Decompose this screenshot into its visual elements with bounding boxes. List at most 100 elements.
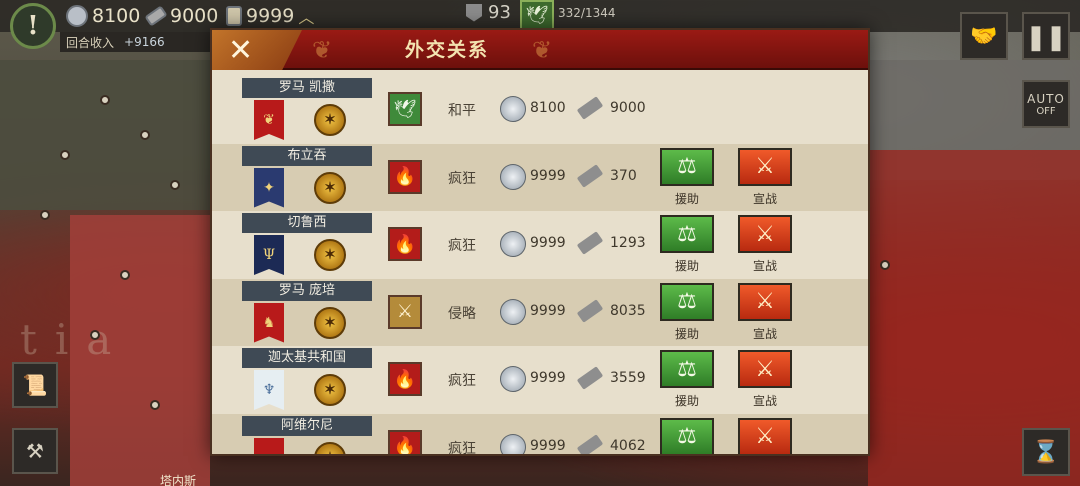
nation-name: 罗马 庞培 <box>242 280 372 301</box>
silver-coin-icon <box>66 5 88 27</box>
hourglass-icon: ⌛ <box>1032 439 1060 465</box>
wolf-flag-icon: ✦ <box>254 167 284 208</box>
diplomacy-handshake-button[interactable]: 🤝 <box>960 12 1008 60</box>
auto-label: AUTO <box>1027 91 1065 106</box>
silver-coin-icon <box>500 298 526 325</box>
stance-label: 疯狂 <box>448 440 476 456</box>
industry-value: 1293 <box>610 235 646 251</box>
aid-label: 援助 <box>674 326 699 341</box>
gold-value: 9999 <box>530 235 566 251</box>
rank-medal-icon: ✶ <box>314 171 346 204</box>
declare-war-button[interactable]: ⚔ <box>738 215 792 253</box>
aid-button[interactable]: ⚖ <box>660 215 714 253</box>
silver-coin-icon <box>500 366 526 392</box>
rank-medal-icon: ✶ <box>314 374 346 406</box>
wolf-flag-icon: ♞ <box>254 302 284 343</box>
hammer-icon <box>576 231 604 255</box>
declare-war-button[interactable]: ⚔ <box>738 350 792 388</box>
nation-name: 切鲁西 <box>242 213 372 233</box>
pause-button[interactable]: ❚❚ <box>1022 12 1070 60</box>
industry-resource: 9000 <box>144 4 219 28</box>
pause-icon: ❚❚ <box>1025 21 1067 51</box>
stance-label: 疯狂 <box>448 238 476 254</box>
map-unit-icon[interactable] <box>60 150 70 160</box>
map-unit-icon[interactable] <box>40 210 50 220</box>
rank-medal-icon: ✶ <box>314 239 346 271</box>
stance-label: 侵略 <box>448 305 476 322</box>
scales-icon: ⚖ <box>677 221 697 247</box>
map-watermark: tia <box>20 315 130 364</box>
flame-icon: 🔥 <box>388 159 422 194</box>
science-value: 9999 <box>246 5 295 27</box>
tanit-flag-icon: ♆ <box>254 370 284 410</box>
crossed-swords-icon: ⚔ <box>755 154 775 179</box>
crossed-swords-icon: ⚔ <box>755 424 775 449</box>
hammer-icon <box>144 5 168 27</box>
hammer-icon <box>576 298 604 323</box>
aid-label: 援助 <box>674 259 699 273</box>
dialog-header: ❦ 外交关系 ❦ ✕ <box>212 30 868 70</box>
nation-name: 迦太基共和国 <box>242 348 372 368</box>
nation-row: 罗马 庞培 ♞ ✶ ⚔ 侵略 9999 8035 ⚖ ⚔ 援助 宣战 <box>212 278 868 346</box>
map-unit-icon[interactable] <box>880 260 890 270</box>
gold-value: 9999 <box>530 437 566 454</box>
trident-flag-icon: Ψ <box>254 235 284 275</box>
policy-button[interactable]: 📜 <box>12 362 58 408</box>
gold-value: 8100 <box>530 100 566 116</box>
aid-button[interactable]: ⚖ <box>660 282 714 321</box>
hammer-icon <box>576 96 604 120</box>
aid-label: 援助 <box>674 394 699 408</box>
diplomacy-dialog: ❦ 外交关系 ❦ ✕ 罗马 凯撒 ❦ ✶ 🕊 和平 8100 9000 布立吞 … <box>210 28 870 456</box>
auto-state: OFF <box>1036 105 1056 117</box>
declare-war-button[interactable]: ⚔ <box>738 417 792 454</box>
aid-button[interactable]: ⚖ <box>660 417 714 454</box>
crossed-swords-icon: ⚔ <box>755 356 775 382</box>
hammer-icon <box>576 163 604 188</box>
chevron-up-icon[interactable]: ︿ <box>298 4 314 28</box>
map-unit-icon[interactable] <box>150 400 160 410</box>
nation-name: 阿维尔尼 <box>242 415 372 436</box>
laurel-right-icon: ❦ <box>532 36 553 64</box>
end-turn-button[interactable]: ⌛ <box>1022 428 1070 476</box>
city-label[interactable]: 塔内斯 <box>160 472 196 486</box>
aid-button[interactable]: ⚖ <box>660 350 714 388</box>
silver-coin-icon <box>500 96 526 122</box>
auto-toggle-button[interactable]: AUTO OFF <box>1022 80 1070 128</box>
gold-resource: 8100 <box>66 4 140 28</box>
scroll-icon: 📜 <box>22 373 48 397</box>
nation-row: 布立吞 ✦ ✶ 🔥 疯狂 9999 370 ⚖ ⚔ 援助 宣战 <box>212 143 868 211</box>
stance-label: 疯狂 <box>448 373 476 389</box>
nation-flag-icon <box>254 437 284 454</box>
map-unit-icon[interactable] <box>140 130 150 140</box>
crossed-swords-icon: ⚔ <box>755 221 775 247</box>
industry-value: 9000 <box>610 100 646 116</box>
silver-coin-icon <box>500 433 526 454</box>
science-resource: 9999 ︿ <box>226 4 314 28</box>
gold-value: 9999 <box>530 302 566 319</box>
nation-row: 阿维尔尼 ✶ 🔥 疯狂 9999 4062 ⚖ ⚔ <box>212 413 868 456</box>
exclamation-icon[interactable]: ! <box>10 3 56 49</box>
dove-icon: 🕊 <box>388 92 422 126</box>
population-count: 332/1344 <box>558 6 616 20</box>
scales-icon: ⚖ <box>677 356 697 382</box>
silver-coin-icon <box>500 163 526 190</box>
rank-medal-icon: ✶ <box>314 104 346 136</box>
crossed-swords-icon: ⚔ <box>755 289 775 314</box>
nation-row: 罗马 凯撒 ❦ ✶ 🕊 和平 8100 9000 <box>212 76 868 144</box>
declare-war-label: 宣战 <box>752 191 777 206</box>
aid-button[interactable]: ⚖ <box>660 147 714 186</box>
gold-value: 9999 <box>530 370 566 386</box>
map-unit-icon[interactable] <box>100 95 110 105</box>
map-unit-icon[interactable] <box>90 330 100 340</box>
map-unit-icon[interactable] <box>170 180 180 190</box>
nation-row: 迦太基共和国 ♆ ✶ 🔥 疯狂 9999 3559 ⚖ ⚔ 援助 宣战 <box>212 346 868 414</box>
declare-war-button[interactable]: ⚔ <box>738 147 792 186</box>
scales-icon: ⚖ <box>677 289 697 314</box>
dove-icon[interactable]: 🕊 <box>520 0 554 30</box>
build-button[interactable]: ⚒ <box>12 428 58 474</box>
industry-value: 9000 <box>170 5 219 27</box>
map-unit-icon[interactable] <box>120 270 130 280</box>
declare-war-button[interactable]: ⚔ <box>738 282 792 321</box>
scroll-icon <box>226 6 242 26</box>
laurel-flag-icon: ❦ <box>254 100 284 140</box>
